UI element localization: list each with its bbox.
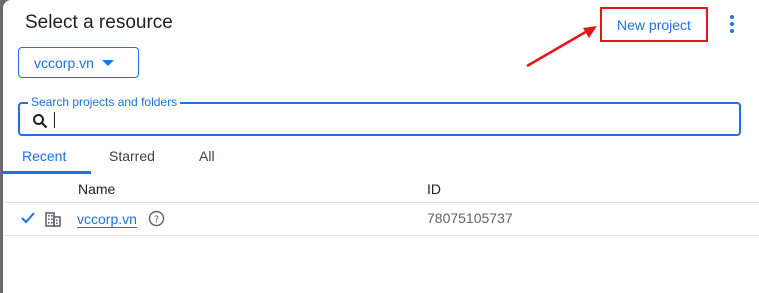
organization-icon: [45, 212, 61, 227]
tab-all[interactable]: All: [199, 148, 215, 164]
search-field[interactable]: Search projects and folders: [18, 95, 741, 136]
select-resource-dialog: Select a resource New project vccorp.vn …: [3, 0, 759, 293]
table-header: Name ID: [3, 176, 759, 203]
resource-tabs: Recent Starred All: [3, 144, 759, 172]
column-name-header: Name: [78, 181, 116, 197]
project-id: 78075105737: [427, 210, 513, 226]
new-project-button[interactable]: New project: [600, 7, 708, 42]
column-id-header: ID: [427, 181, 441, 197]
more-vert-icon[interactable]: [722, 12, 742, 36]
search-field-label: Search projects and folders: [28, 95, 181, 109]
caret-down-icon: [101, 59, 114, 66]
table-row[interactable]: vccorp.vn ? 78075105737: [3, 203, 759, 236]
organization-selector-value: vccorp.vn: [34, 54, 94, 71]
search-icon: [33, 114, 48, 129]
organization-selector[interactable]: vccorp.vn: [18, 47, 139, 78]
text-cursor: [54, 112, 55, 128]
active-tab-indicator: [3, 171, 91, 174]
annotation-arrow: [526, 26, 597, 68]
tab-recent[interactable]: Recent: [22, 148, 66, 164]
help-icon[interactable]: ?: [148, 210, 165, 227]
check-icon: [21, 212, 35, 224]
dialog-title: Select a resource: [25, 12, 173, 33]
tab-starred[interactable]: Starred: [109, 148, 155, 164]
project-name-link[interactable]: vccorp.vn: [77, 211, 137, 228]
svg-text:?: ?: [154, 215, 159, 226]
